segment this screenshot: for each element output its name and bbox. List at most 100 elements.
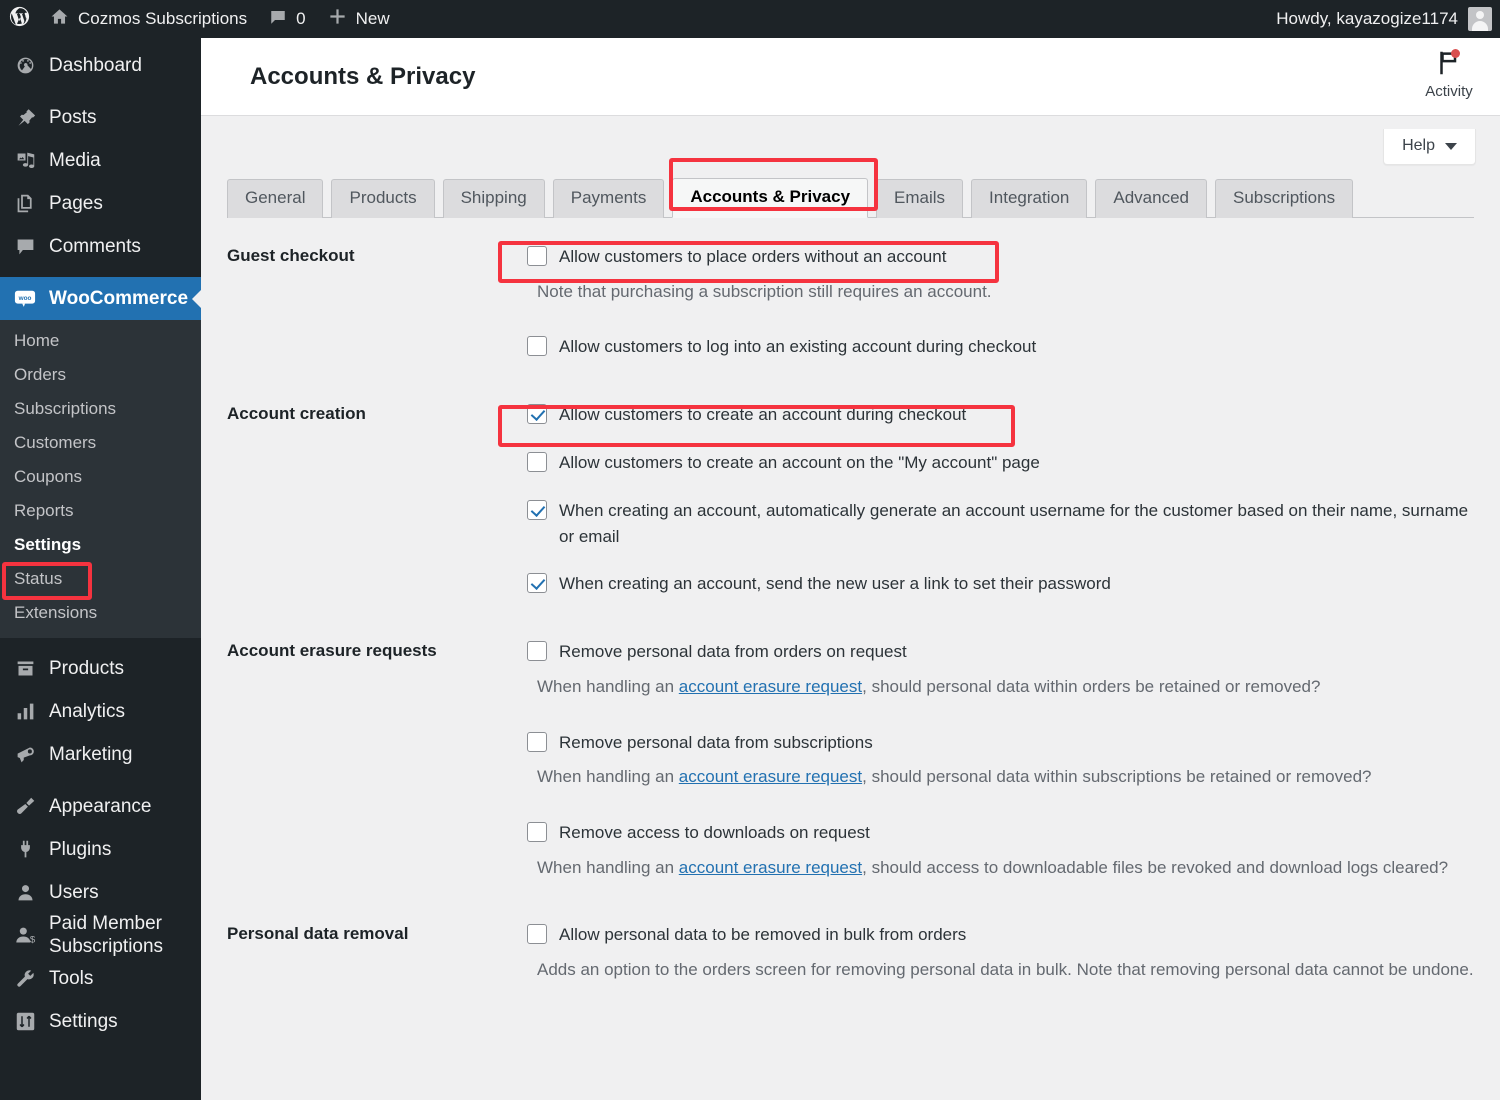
tab-general[interactable]: General: [227, 179, 324, 218]
new-label: New: [355, 9, 390, 28]
menu-separator: [0, 268, 201, 277]
sidebar-item-comments[interactable]: Comments: [0, 225, 201, 268]
account-erasure-request-link[interactable]: account erasure request: [679, 767, 862, 786]
checkbox-remove-personal-data-orders[interactable]: Remove personal data from orders on requ…: [527, 639, 1474, 665]
tab-advanced[interactable]: Advanced: [1095, 179, 1208, 218]
wordpress-icon: [8, 5, 31, 33]
checkbox-icon[interactable]: [527, 451, 547, 472]
sidebar-subitem-coupons[interactable]: Coupons: [0, 460, 201, 494]
sidebar-item-users[interactable]: Users: [0, 871, 201, 914]
tab-emails[interactable]: Emails: [876, 179, 964, 218]
sidebar-subitem-reports[interactable]: Reports: [0, 494, 201, 528]
sidebar-item-dashboard[interactable]: Dashboard: [0, 44, 201, 87]
checkbox-auto-generate-username[interactable]: When creating an account, automatically …: [527, 498, 1474, 550]
account-erasure-request-link[interactable]: account erasure request: [679, 858, 862, 877]
tab-integration[interactable]: Integration: [971, 179, 1088, 218]
svg-text:woo: woo: [18, 294, 32, 301]
section-label: Account creation: [227, 404, 366, 424]
sidebar-item-analytics[interactable]: Analytics: [0, 690, 201, 733]
site-name-button[interactable]: Cozmos Subscriptions: [39, 0, 258, 38]
sidebar-item-label: Comments: [49, 235, 141, 257]
sidebar-item-plugins[interactable]: Plugins: [0, 828, 201, 871]
sidebar-item-woocommerce[interactable]: woo WooCommerce: [0, 277, 201, 320]
sidebar-item-label: Tools: [49, 967, 94, 989]
sidebar-item-media[interactable]: Media: [0, 139, 201, 182]
sidebar-subitem-customers[interactable]: Customers: [0, 426, 201, 460]
checkbox-allow-guest-orders[interactable]: Allow customers to place orders without …: [527, 244, 1474, 270]
comments-button[interactable]: 0: [258, 0, 316, 38]
checkbox-remove-downloads-access[interactable]: Remove access to downloads on request: [527, 820, 1474, 846]
checkbox-create-account-during-checkout[interactable]: Allow customers to create an account dur…: [527, 402, 1474, 428]
checkbox-icon[interactable]: [527, 641, 547, 662]
sidebar-item-settings[interactable]: Settings: [0, 1000, 201, 1043]
tab-accounts-and-privacy[interactable]: Accounts & Privacy: [672, 178, 869, 218]
section-label: Account erasure requests: [227, 641, 437, 661]
checkbox-icon[interactable]: [527, 821, 547, 842]
help-row: Help: [201, 116, 1500, 174]
account-menu[interactable]: Howdy, kayazogize1174: [1276, 7, 1500, 31]
sidebar-item-pages[interactable]: Pages: [0, 182, 201, 225]
desc-text-after: , should personal data within subscripti…: [862, 767, 1372, 787]
new-content-button[interactable]: New: [317, 0, 401, 38]
sidebar-item-paid-member-subscriptions[interactable]: $ Paid Member Subscriptions: [0, 913, 201, 957]
section-label: Guest checkout: [227, 246, 355, 265]
sidebar-item-label: Users: [49, 881, 99, 903]
checkbox-icon[interactable]: [527, 731, 547, 752]
sidebar-subitem-status[interactable]: Status: [0, 562, 201, 596]
checkbox-label: Allow customers to log into an existing …: [559, 337, 1037, 357]
sidebar-subitem-orders[interactable]: Orders: [0, 358, 201, 392]
checkbox-icon[interactable]: [527, 336, 547, 357]
sidebar-item-appearance[interactable]: Appearance: [0, 785, 201, 828]
section-fields: Remove personal data from orders on requ…: [527, 639, 1474, 880]
checkbox-icon[interactable]: [527, 924, 547, 945]
checkbox-icon[interactable]: [527, 499, 547, 520]
sidebar-subitem-settings[interactable]: Settings: [0, 528, 201, 562]
help-button[interactable]: Help: [1383, 129, 1476, 165]
sidebar-item-posts[interactable]: Posts: [0, 96, 201, 139]
sidebar-item-label: Dashboard: [49, 54, 142, 76]
sidebar-item-label: WooCommerce: [49, 287, 189, 309]
account-erasure-request-link[interactable]: account erasure request: [679, 677, 862, 696]
section-fields: Allow personal data to be removed in bul…: [527, 922, 1474, 982]
tab-subscriptions[interactable]: Subscriptions: [1215, 179, 1354, 218]
sidebar-item-products[interactable]: Products: [0, 647, 201, 690]
erasure-downloads-description: When handling an account erasure request…: [537, 855, 1474, 881]
sidebar-item-label: Pages: [49, 192, 103, 214]
sidebar-subitem-extensions[interactable]: Extensions: [0, 596, 201, 630]
checkbox-label: Remove personal data from orders on requ…: [559, 642, 907, 662]
desc-text-before: When handling an: [537, 767, 679, 787]
bulk-removal-description: Adds an option to the orders screen for …: [537, 960, 1474, 980]
checkbox-icon[interactable]: [527, 404, 547, 425]
checkbox-create-account-my-account-page[interactable]: Allow customers to create an account on …: [527, 450, 1474, 476]
checkbox-label: When creating an account, send the new u…: [559, 574, 1111, 594]
checkbox-remove-personal-data-subscriptions[interactable]: Remove personal data from subscriptions: [527, 730, 1474, 756]
section-account-creation: Account creation Allow customers to crea…: [227, 402, 1474, 597]
site-name: Cozmos Subscriptions: [78, 9, 248, 28]
sidebar-subitem-subscriptions[interactable]: Subscriptions: [0, 392, 201, 426]
wordpress-logo-button[interactable]: [0, 0, 39, 38]
sidebar-item-marketing[interactable]: Marketing: [0, 733, 201, 776]
page-header: Accounts & Privacy Activity: [201, 38, 1500, 116]
sidebar-subitem-home[interactable]: Home: [0, 324, 201, 358]
checkbox-bulk-remove-personal-data[interactable]: Allow personal data to be removed in bul…: [527, 922, 1474, 948]
comment-icon: [14, 236, 36, 258]
checkbox-allow-login-during-checkout[interactable]: Allow customers to log into an existing …: [527, 334, 1474, 360]
tab-products[interactable]: Products: [331, 179, 435, 218]
settings-tabs-wrap: General Products Shipping Payments Accou…: [201, 174, 1500, 218]
tab-payments[interactable]: Payments: [552, 179, 665, 218]
woocommerce-submenu: Home Orders Subscriptions Customers Coup…: [0, 320, 201, 638]
checkbox-icon[interactable]: [527, 246, 547, 266]
tab-shipping[interactable]: Shipping: [442, 179, 545, 218]
checkbox-send-password-setup-link[interactable]: When creating an account, send the new u…: [527, 571, 1474, 597]
section-personal-data-removal: Personal data removal Allow personal dat…: [227, 922, 1474, 982]
activity-button[interactable]: Activity: [1412, 48, 1486, 100]
home-icon: [50, 7, 69, 31]
checkbox-icon[interactable]: [527, 573, 547, 594]
user-icon: [14, 882, 36, 904]
sidebar-item-tools[interactable]: Tools: [0, 957, 201, 1000]
